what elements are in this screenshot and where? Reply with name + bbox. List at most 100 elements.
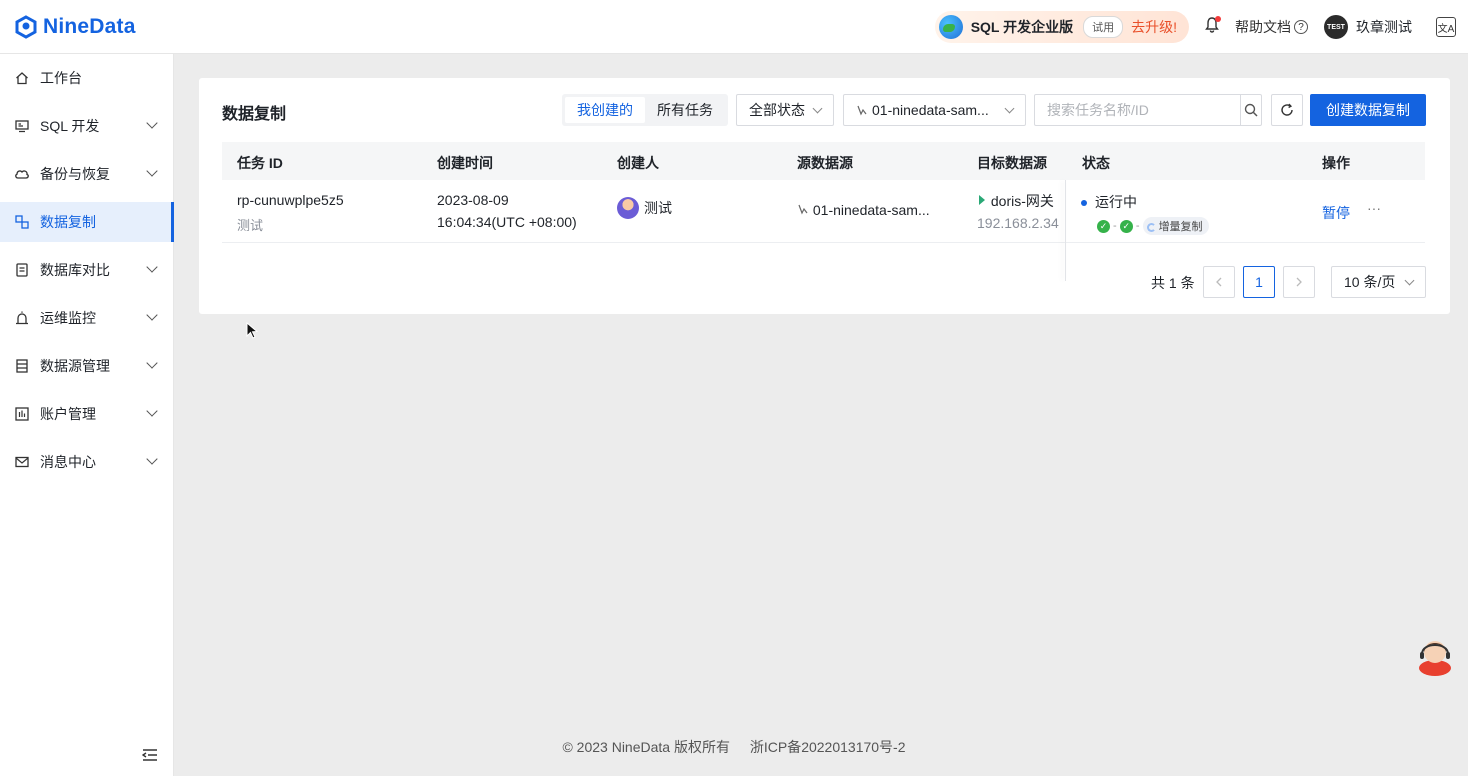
stage-badge: 增量复制	[1143, 217, 1209, 235]
task-id-link[interactable]: rp-cunuwplpe5z5	[237, 192, 344, 208]
column-header-creator: 创建人	[617, 153, 659, 173]
fixed-column-divider	[1065, 180, 1066, 281]
upgrade-promo[interactable]: SQL 开发企业版 试用 去升级!	[935, 11, 1189, 43]
globe-icon	[939, 15, 963, 39]
sidebar-item-label: 运维监控	[40, 308, 96, 328]
source-name: 01-ninedata-sam...	[813, 202, 930, 218]
table-header: 任务 ID 创建时间 创建人 源数据源 目标数据源 状态 操作	[222, 142, 1425, 180]
mail-icon	[14, 454, 30, 470]
avatar	[617, 197, 639, 219]
customer-support-icon[interactable]	[1416, 632, 1454, 676]
chevron-down-icon	[146, 117, 157, 128]
table-row: rp-cunuwplpe5z5 测试 2023-08-09 16:04:34(U…	[222, 180, 1425, 243]
column-header-target: 目标数据源	[977, 153, 1047, 173]
creator-cell: 测试	[617, 197, 672, 219]
chevron-right-icon	[1295, 277, 1303, 287]
chevron-left-icon	[1215, 277, 1223, 287]
column-header-actions: 操作	[1322, 153, 1350, 173]
more-actions-icon[interactable]: ···	[1367, 200, 1381, 216]
sidebar-item-label: 数据库对比	[40, 260, 110, 280]
alarm-icon	[14, 310, 30, 326]
sidebar-item-db-compare[interactable]: 数据库对比	[0, 250, 174, 290]
sidebar-item-label: 数据源管理	[40, 356, 110, 376]
sidebar-item-label: 备份与恢复	[40, 164, 110, 184]
source-filter-select[interactable]: 01-ninedata-sam...	[843, 94, 1026, 126]
status-filter-value: 全部状态	[749, 100, 805, 120]
sidebar-item-sql-dev[interactable]: SQL 开发	[0, 106, 174, 146]
footer: © 2023 NineData 版权所有 浙ICP备2022013170号-2	[0, 737, 1468, 757]
home-icon	[14, 70, 30, 86]
stage-progress: ✓ - ✓ - 增量复制	[1097, 217, 1209, 235]
check-icon: ✓	[1120, 220, 1133, 233]
chevron-down-icon	[146, 309, 157, 320]
sidebar-item-label: 消息中心	[40, 452, 96, 472]
task-name: 测试	[237, 215, 263, 234]
column-header-task-id: 任务 ID	[237, 153, 283, 173]
sidebar-item-messages[interactable]: 消息中心	[0, 442, 174, 482]
replicate-icon	[14, 214, 30, 230]
chevron-down-icon	[146, 261, 157, 272]
chevron-down-icon	[146, 453, 157, 464]
search-box	[1034, 94, 1262, 126]
column-header-status: 状态	[1082, 153, 1110, 173]
refresh-icon	[1280, 103, 1294, 117]
status-filter-select[interactable]: 全部状态	[736, 94, 834, 126]
sidebar-item-backup[interactable]: 备份与恢复	[0, 154, 174, 194]
chevron-down-icon	[146, 357, 157, 368]
doris-icon	[977, 194, 987, 206]
sidebar-item-datasource[interactable]: 数据源管理	[0, 346, 174, 386]
target-cell: doris-网关 192.168.2.34	[977, 191, 1065, 231]
ninedata-logo-icon	[14, 15, 38, 39]
status-text: 运行中	[1095, 194, 1137, 210]
search-input[interactable]	[1035, 95, 1240, 125]
sidebar-item-label: 工作台	[40, 68, 82, 88]
sidebar-item-data-replication[interactable]: 数据复制	[0, 202, 174, 242]
user-menu[interactable]: TEST 玖章测试	[1324, 15, 1412, 39]
tab-my-created[interactable]: 我创建的	[565, 97, 645, 123]
page-number-button[interactable]: 1	[1243, 266, 1275, 298]
brand-name: NineData	[43, 15, 136, 39]
status-dot-icon	[1081, 200, 1087, 206]
icp-link[interactable]: 浙ICP备2022013170号-2	[750, 739, 906, 755]
search-button[interactable]	[1240, 95, 1261, 125]
pause-button[interactable]: 暂停	[1322, 203, 1350, 223]
datasource-icon	[797, 203, 809, 215]
column-header-created-time: 创建时间	[437, 153, 493, 173]
datasource-icon	[856, 104, 868, 116]
language-switch-icon[interactable]: 文A	[1436, 17, 1456, 37]
refresh-button[interactable]	[1271, 94, 1303, 126]
user-name: 玖章测试	[1356, 17, 1412, 37]
creator-name: 测试	[644, 200, 672, 216]
task-table: 任务 ID 创建时间 创建人 源数据源 目标数据源 状态 操作 rp-cunuw…	[222, 142, 1425, 244]
pagination-total: 共 1 条	[1151, 273, 1195, 293]
sidebar: 工作台 SQL 开发 备份与恢复 数据复制 数据库对比 运维监控 数据源管理 账…	[0, 54, 174, 776]
chevron-down-icon	[146, 165, 157, 176]
page-size-select[interactable]: 10 条/页	[1331, 266, 1426, 298]
chevron-down-icon	[1005, 104, 1015, 114]
next-page-button[interactable]	[1283, 266, 1315, 298]
loading-icon	[1147, 223, 1156, 232]
created-time: 16:04:34(UTC +08:00)	[437, 214, 577, 230]
logo[interactable]: NineData	[14, 15, 136, 39]
page-title: 数据复制	[222, 100, 286, 124]
sidebar-item-label: SQL 开发	[40, 116, 99, 136]
help-docs-link[interactable]: 帮助文档 ?	[1235, 17, 1308, 37]
sidebar-item-workbench[interactable]: 工作台	[0, 58, 174, 98]
notification-bell-icon[interactable]	[1205, 17, 1219, 37]
avatar: TEST	[1324, 15, 1348, 39]
chevron-down-icon	[146, 405, 157, 416]
prev-page-button[interactable]	[1203, 266, 1235, 298]
status-cell: 运行中 ✓ - ✓ - 增量复制	[1081, 192, 1209, 235]
mouse-cursor-icon	[246, 322, 258, 340]
create-replication-button[interactable]: 创建数据复制	[1310, 94, 1426, 126]
chevron-down-icon	[1405, 276, 1415, 286]
top-header: NineData SQL 开发企业版 试用 去升级! 帮助文档 ? TEST 玖…	[0, 0, 1468, 54]
task-scope-tabs: 我创建的 所有任务	[562, 94, 728, 126]
upgrade-link[interactable]: 去升级!	[1131, 17, 1177, 37]
sidebar-item-ops-monitor[interactable]: 运维监控	[0, 298, 174, 338]
database-icon	[14, 358, 30, 374]
tab-all-tasks[interactable]: 所有任务	[645, 97, 725, 123]
stage-label: 增量复制	[1159, 221, 1203, 233]
sidebar-item-account[interactable]: 账户管理	[0, 394, 174, 434]
sidebar-item-label: 账户管理	[40, 404, 96, 424]
